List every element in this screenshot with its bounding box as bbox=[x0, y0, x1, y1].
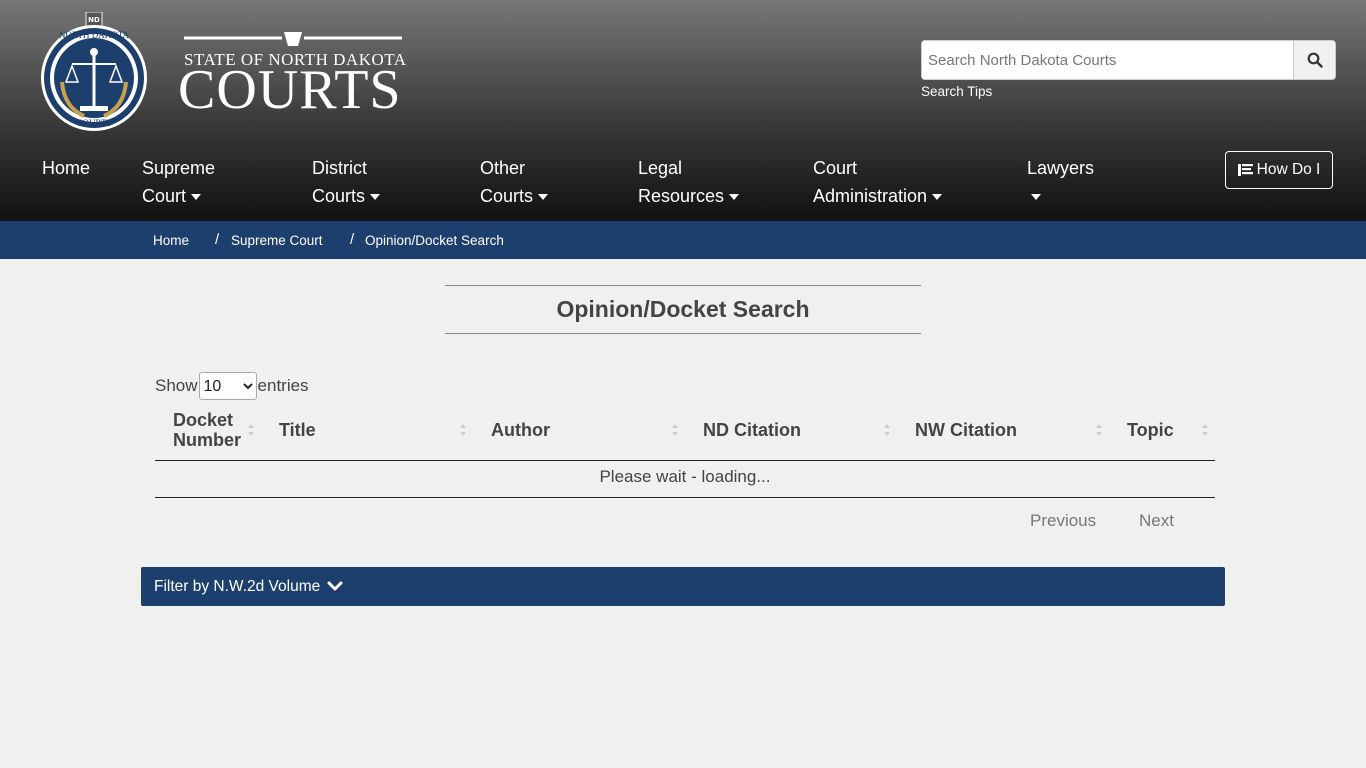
caret-down-icon bbox=[1031, 194, 1041, 201]
list-lines-icon bbox=[1237, 164, 1253, 176]
column-header-topic[interactable]: Topic bbox=[1127, 420, 1174, 440]
column-header-nw-citation[interactable]: NW Citation bbox=[915, 420, 1017, 440]
wordmark-courts-text: COURTS bbox=[178, 59, 402, 121]
breadcrumb: Home / Supreme Court / Opinion/Docket Se… bbox=[0, 221, 1366, 259]
breadcrumb-supreme-court[interactable]: Supreme Court bbox=[231, 233, 323, 248]
column-header-nd-citation[interactable]: ND Citation bbox=[703, 420, 801, 440]
column-header-title[interactable]: Title bbox=[279, 420, 316, 440]
breadcrumb-separator: / bbox=[350, 231, 355, 248]
previous-page-button[interactable]: Previous bbox=[1030, 511, 1096, 531]
nav-label-line1: District bbox=[312, 158, 367, 178]
caret-down-icon bbox=[538, 194, 549, 201]
search-input[interactable] bbox=[922, 41, 1294, 79]
filter-label: Filter by N.W.2d Volume bbox=[154, 578, 321, 595]
caret-down-icon bbox=[729, 194, 740, 201]
nav-label-line2: Resources bbox=[638, 186, 725, 206]
column-header-line2: Number bbox=[173, 430, 242, 450]
page-length-select[interactable]: 10 25 50 100 bbox=[198, 372, 257, 400]
sort-icon[interactable] bbox=[247, 423, 255, 437]
nav-label-line1: Lawyers bbox=[1027, 158, 1095, 178]
seal-text-top: NORTH DAKOTA bbox=[59, 30, 129, 40]
sort-icon[interactable] bbox=[883, 423, 891, 437]
sort-icon[interactable] bbox=[1201, 423, 1209, 437]
column-header-author[interactable]: Author bbox=[491, 420, 550, 440]
table-header-divider bbox=[155, 460, 1215, 461]
sort-icon[interactable] bbox=[1095, 423, 1103, 437]
search-button[interactable] bbox=[1293, 41, 1335, 79]
table-bottom-divider bbox=[155, 497, 1215, 498]
nav-label-line2: Courts bbox=[480, 186, 534, 206]
column-header-line1: Docket bbox=[173, 410, 234, 430]
entries-label: entries bbox=[257, 376, 309, 395]
breadcrumb-separator: / bbox=[215, 231, 220, 248]
nav-home-label: Home bbox=[42, 158, 91, 178]
show-label: Show bbox=[155, 376, 198, 395]
nav-supreme-court[interactable]: Supreme Court bbox=[142, 154, 215, 210]
caret-down-icon bbox=[191, 194, 202, 201]
nav-court-administration[interactable]: Court Administration bbox=[813, 154, 943, 210]
seal-badge-text: ND bbox=[88, 16, 100, 24]
nav-label-line1: Supreme bbox=[142, 158, 216, 178]
nav-label-line2: Administration bbox=[813, 186, 928, 206]
next-page-button[interactable]: Next bbox=[1139, 511, 1174, 531]
chevron-down-icon bbox=[327, 581, 343, 591]
breadcrumb-home[interactable]: Home bbox=[153, 233, 189, 248]
nav-legal-resources[interactable]: Legal Resources bbox=[638, 154, 740, 210]
capitol-line-graphic bbox=[184, 32, 402, 46]
nav-label-line1: Court bbox=[813, 158, 858, 178]
site-header: ND NORTH DAKOTA COURTS STATE OF NORTH DA… bbox=[0, 0, 1366, 221]
nav-other-courts[interactable]: Other Courts bbox=[480, 154, 549, 210]
search-icon bbox=[1307, 52, 1323, 68]
courts-wordmark-logo[interactable]: STATE OF NORTH DAKOTA COURTS bbox=[178, 30, 408, 120]
how-do-i-button[interactable]: How Do I bbox=[1225, 151, 1333, 189]
table-loading-row: Please wait - loading... bbox=[599, 467, 771, 486]
sort-icon[interactable] bbox=[459, 423, 467, 437]
caret-down-icon bbox=[932, 194, 943, 201]
seal-text-bottom: COURTS bbox=[77, 118, 112, 128]
filter-by-volume-toggle[interactable]: Filter by N.W.2d Volume bbox=[141, 567, 1225, 606]
nav-home[interactable]: Home bbox=[42, 154, 90, 182]
how-do-i-label: How Do I bbox=[1256, 161, 1321, 178]
page-title: Opinion/Docket Search bbox=[445, 285, 921, 334]
search-tips-link[interactable]: Search Tips bbox=[921, 84, 992, 99]
nd-courts-seal-logo[interactable]: ND NORTH DAKOTA COURTS bbox=[40, 11, 150, 134]
breadcrumb-current: Opinion/Docket Search bbox=[365, 233, 504, 248]
nav-lawyers[interactable]: Lawyers bbox=[1027, 154, 1094, 210]
nav-label-line2: Court bbox=[142, 186, 187, 206]
nav-label-line2: Courts bbox=[312, 186, 366, 206]
nav-label-line1: Other bbox=[480, 158, 526, 178]
site-search bbox=[921, 40, 1336, 80]
page-length-control: Show 10 25 50 100 entries bbox=[155, 372, 309, 400]
nav-label-line1: Legal bbox=[638, 158, 683, 178]
nav-district-courts[interactable]: District Courts bbox=[312, 154, 381, 210]
column-header-docket-number[interactable]: Docket Number bbox=[173, 410, 241, 450]
caret-down-icon bbox=[370, 194, 381, 201]
sort-icon[interactable] bbox=[671, 423, 679, 437]
